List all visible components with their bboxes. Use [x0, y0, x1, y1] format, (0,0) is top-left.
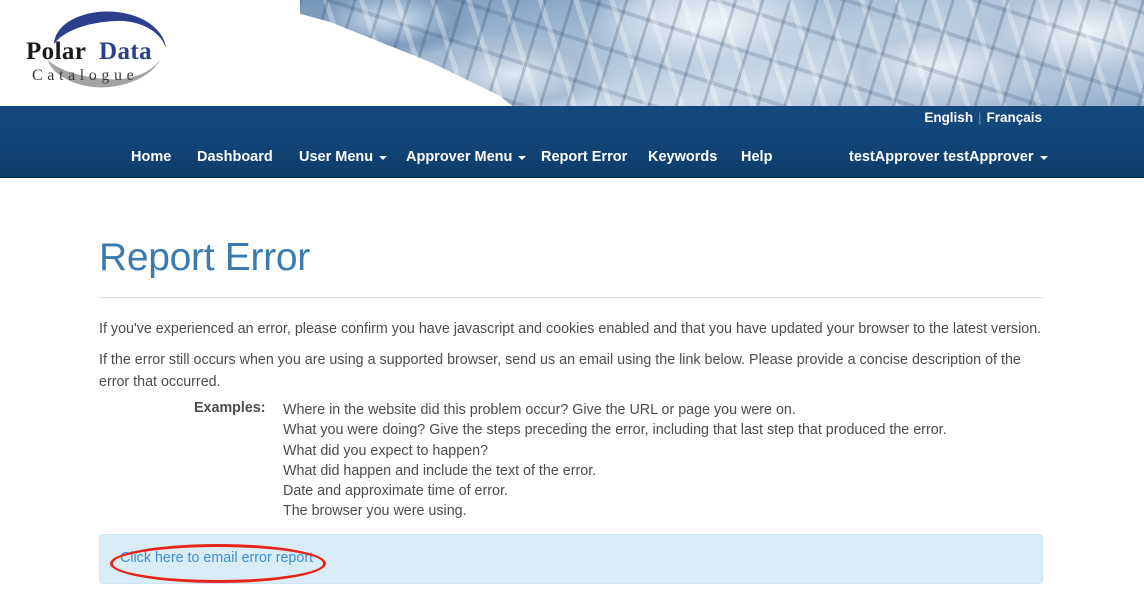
examples-label: Examples: [194, 400, 266, 416]
nav-item-keywords[interactable]: Keywords [648, 149, 717, 165]
nav-item-user-account[interactable]: testApprover testApprover [849, 149, 1048, 165]
nav-item-user-menu[interactable]: User Menu [299, 149, 388, 165]
title-divider [99, 297, 1043, 298]
list-item: What did happen and include the text of … [283, 462, 597, 479]
logo-catalogue-text: Catalogue [32, 67, 138, 84]
page-content: Report Error If you've experienced an er… [0, 178, 1144, 609]
language-switcher: English | Français [924, 110, 1042, 125]
nav-item-user-menu-label: User Menu [299, 149, 374, 165]
list-item: The browser you were using. [283, 503, 467, 520]
email-error-report-alert: Click here to email error report [99, 534, 1043, 584]
nav-item-keywords-label: Keywords [648, 149, 718, 165]
intro-paragraph-1: If you've experienced an error, please c… [99, 321, 1042, 337]
chevron-down-icon [518, 156, 527, 160]
language-separator: | [978, 110, 982, 125]
chevron-down-icon [1039, 156, 1048, 160]
intro-paragraph-2: If the error still occurs when you are u… [99, 352, 1021, 390]
site-banner: Polar Data Catalogue [0, 0, 1144, 106]
language-link-english[interactable]: English [924, 110, 973, 125]
nav-item-dashboard[interactable]: Dashboard [197, 149, 273, 165]
nav-item-help-label: Help [741, 149, 773, 165]
nav-item-list: Home Dashboard User Menu Approver Menu R… [0, 140, 1144, 174]
language-link-francais[interactable]: Français [986, 110, 1042, 125]
logo-data-text: Data [99, 38, 152, 65]
nav-item-home-label: Home [131, 149, 172, 165]
nav-item-approver-menu[interactable]: Approver Menu [406, 149, 527, 165]
nav-item-approver-menu-label: Approver Menu [406, 149, 513, 165]
nav-item-dashboard-label: Dashboard [197, 149, 273, 165]
nav-item-report-error[interactable]: Report Error [541, 149, 627, 165]
polar-data-catalogue-logo[interactable]: Polar Data Catalogue [18, 4, 190, 98]
list-item: Date and approximate time of error. [283, 483, 508, 500]
list-item: What you were doing? Give the steps prec… [283, 422, 947, 439]
user-account-label: testApprover testApprover [849, 149, 1034, 165]
logo-polar-text: Polar [26, 38, 86, 65]
list-item: Where in the website did this problem oc… [283, 402, 796, 418]
nav-item-report-error-label: Report Error [541, 149, 628, 165]
chevron-down-icon [379, 156, 388, 160]
page-title: Report Error [99, 236, 310, 279]
examples-list: Where in the website did this problem oc… [283, 400, 947, 522]
email-error-report-link[interactable]: Click here to email error report [120, 550, 313, 566]
list-item: What did you expect to happen? [283, 442, 489, 459]
nav-item-home[interactable]: Home [131, 149, 171, 165]
nav-item-help[interactable]: Help [741, 149, 772, 165]
